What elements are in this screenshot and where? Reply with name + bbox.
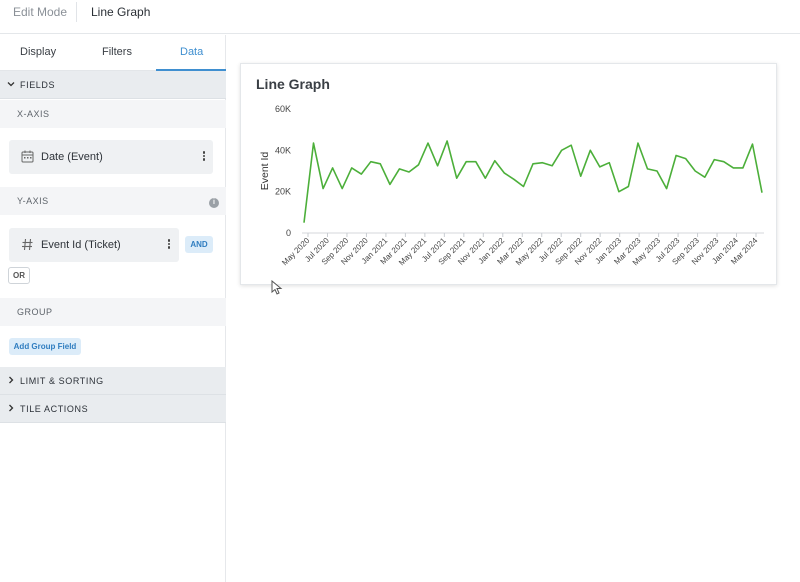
or-button[interactable]: OR [8, 267, 30, 284]
y-tick-label: 20K [275, 187, 291, 197]
tile-actions-section-header[interactable]: TILE ACTIONS [0, 395, 226, 423]
tab-bar: Display Filters Data [0, 35, 226, 71]
y-tick-label: 0 [286, 228, 291, 238]
x-axis-header: X-AXIS [0, 100, 226, 128]
and-button[interactable]: AND [185, 236, 213, 253]
top-bar: Edit Mode Line Graph [0, 0, 800, 34]
mouse-cursor-icon [271, 280, 283, 295]
edit-mode-label: Edit Mode [13, 5, 68, 19]
calendar-icon [21, 150, 34, 163]
chevron-right-icon [9, 404, 14, 412]
fields-section-header[interactable]: FIELDS [0, 71, 226, 99]
page-title: Line Graph [91, 5, 151, 19]
hash-icon [22, 238, 33, 251]
x-axis-field[interactable]: Date (Event) [9, 140, 213, 174]
limit-sorting-label: LIMIT & SORTING [20, 376, 104, 386]
group-header: GROUP [0, 298, 226, 326]
chart-tile: Line Graph 0 20K 40K 60K Event Id May 2020 Jul… [240, 63, 777, 285]
chevron-right-icon [9, 376, 14, 384]
series-line [303, 140, 763, 223]
x-field-menu-icon[interactable] [202, 150, 206, 164]
tab-filters[interactable]: Filters [102, 46, 132, 58]
line-chart: 020K40K60KEvent IdMay 2020Jul 2020Sep 20… [259, 104, 764, 267]
fields-section-label: FIELDS [20, 80, 56, 90]
add-group-field-button[interactable]: Add Group Field [9, 338, 81, 355]
x-axis-field-label: Date (Event) [41, 151, 103, 163]
chevron-down-icon [7, 82, 15, 87]
y-axis-field[interactable]: Event Id (Ticket) [9, 228, 179, 262]
y-tick-label: 60K [275, 104, 291, 114]
y-axis-label: Y-AXIS [17, 196, 49, 206]
divider [76, 2, 77, 22]
y-axis-title: Event Id [259, 152, 271, 191]
x-axis-label: X-AXIS [17, 109, 50, 119]
group-label: GROUP [17, 307, 53, 317]
y-tick-label: 40K [275, 145, 291, 155]
y-axis-field-label: Event Id (Ticket) [41, 239, 121, 251]
y-axis-header: Y-AXIS [0, 187, 226, 215]
y-field-menu-icon[interactable] [167, 238, 171, 252]
tab-data[interactable]: Data [180, 46, 203, 58]
tab-display[interactable]: Display [20, 46, 56, 58]
tile-actions-label: TILE ACTIONS [20, 404, 89, 414]
info-icon[interactable]: i [209, 198, 219, 208]
limit-sorting-section-header[interactable]: LIMIT & SORTING [0, 367, 226, 395]
